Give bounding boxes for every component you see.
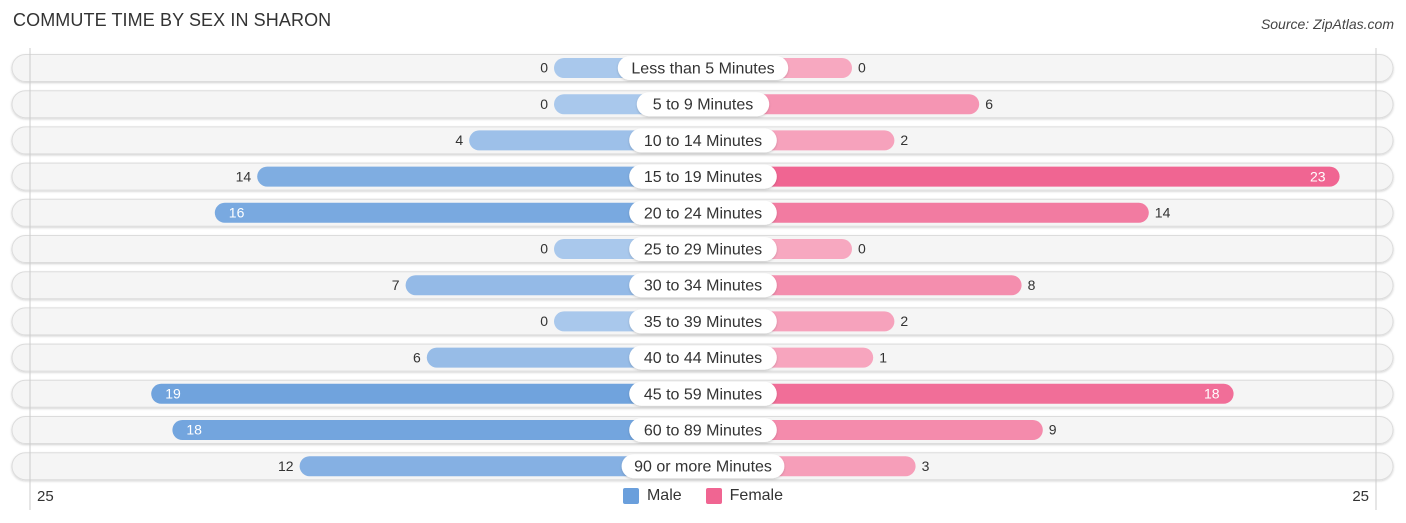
chart-row: 30 to 34 Minutes 7 8 bbox=[11, 271, 1394, 300]
category-label: 60 to 89 Minutes bbox=[644, 423, 762, 440]
legend-item-female[interactable]: Female bbox=[705, 487, 784, 505]
category-label: 20 to 24 Minutes bbox=[644, 205, 762, 222]
chart-row: 25 to 29 Minutes 0 0 bbox=[11, 235, 1394, 263]
category-label: 15 to 19 Minutes bbox=[644, 169, 762, 186]
category-label: 10 to 14 Minutes bbox=[644, 133, 762, 150]
category-label: 30 to 34 Minutes bbox=[644, 278, 762, 295]
category-label: 5 to 9 Minutes bbox=[653, 97, 754, 114]
value-label-female: 1 bbox=[879, 349, 887, 365]
value-label-female: 3 bbox=[922, 458, 930, 474]
legend: Male Female bbox=[0, 487, 1406, 505]
category-label: 35 to 39 Minutes bbox=[644, 314, 762, 331]
chart-row: 10 to 14 Minutes 4 2 bbox=[11, 126, 1394, 155]
legend-label-female: Female bbox=[729, 487, 784, 504]
value-label-female: 23 bbox=[1310, 168, 1326, 184]
value-label-male: 12 bbox=[278, 458, 294, 474]
value-label-female: 8 bbox=[1028, 277, 1036, 293]
value-label-male: 6 bbox=[413, 349, 421, 365]
value-label-male: 18 bbox=[186, 422, 202, 438]
value-label-male: 7 bbox=[392, 277, 400, 293]
value-label-female: 0 bbox=[858, 60, 866, 76]
category-label: 25 to 29 Minutes bbox=[644, 242, 762, 259]
legend-label-male: Male bbox=[646, 487, 682, 504]
bar-female bbox=[703, 383, 1234, 404]
value-label-male: 19 bbox=[165, 386, 181, 402]
value-label-female: 2 bbox=[900, 132, 908, 148]
chart-row: 40 to 44 Minutes 6 1 bbox=[11, 343, 1394, 372]
chart-row: 35 to 39 Minutes 0 2 bbox=[11, 307, 1394, 336]
value-label-male: 0 bbox=[540, 241, 548, 257]
value-label-male: 0 bbox=[540, 96, 548, 112]
bar-female bbox=[703, 166, 1340, 187]
chart-row: 45 to 59 Minutes 19 18 bbox=[11, 379, 1394, 408]
category-label: 40 to 44 Minutes bbox=[644, 350, 762, 367]
chart-row: 15 to 19 Minutes 14 23 bbox=[11, 162, 1394, 191]
legend-swatch-male bbox=[622, 488, 639, 504]
category-label: 90 or more Minutes bbox=[634, 459, 772, 476]
chart-row: 60 to 89 Minutes 18 9 bbox=[11, 416, 1394, 444]
category-label: 45 to 59 Minutes bbox=[644, 386, 762, 403]
bar-male bbox=[172, 420, 703, 440]
value-label-male: 0 bbox=[540, 313, 548, 329]
value-label-male: 0 bbox=[540, 60, 548, 76]
chart-row: 5 to 9 Minutes 0 6 bbox=[11, 90, 1394, 119]
legend-item-male[interactable]: Male bbox=[622, 487, 682, 505]
bar-male bbox=[151, 383, 703, 404]
value-label-female: 6 bbox=[985, 96, 993, 112]
value-label-female: 18 bbox=[1204, 386, 1220, 402]
chart-row: Less than 5 Minutes 0 0 bbox=[11, 54, 1394, 82]
value-label-male: 14 bbox=[236, 168, 252, 184]
value-label-female: 9 bbox=[1049, 422, 1057, 438]
value-label-female: 2 bbox=[900, 313, 908, 329]
chart-row: 20 to 24 Minutes 16 14 bbox=[11, 198, 1394, 227]
chart-row: 90 or more Minutes 12 3 bbox=[11, 452, 1394, 481]
chart-canvas: Less than 5 Minutes 0 0 5 to 9 Minutes 0 6 10 … bbox=[11, 48, 1394, 510]
value-label-female: 0 bbox=[858, 241, 866, 257]
legend-swatch-female bbox=[705, 488, 722, 504]
value-label-male: 4 bbox=[455, 132, 463, 148]
value-label-female: 14 bbox=[1155, 205, 1171, 221]
category-label: Less than 5 Minutes bbox=[631, 61, 774, 78]
value-label-male: 16 bbox=[229, 205, 245, 221]
